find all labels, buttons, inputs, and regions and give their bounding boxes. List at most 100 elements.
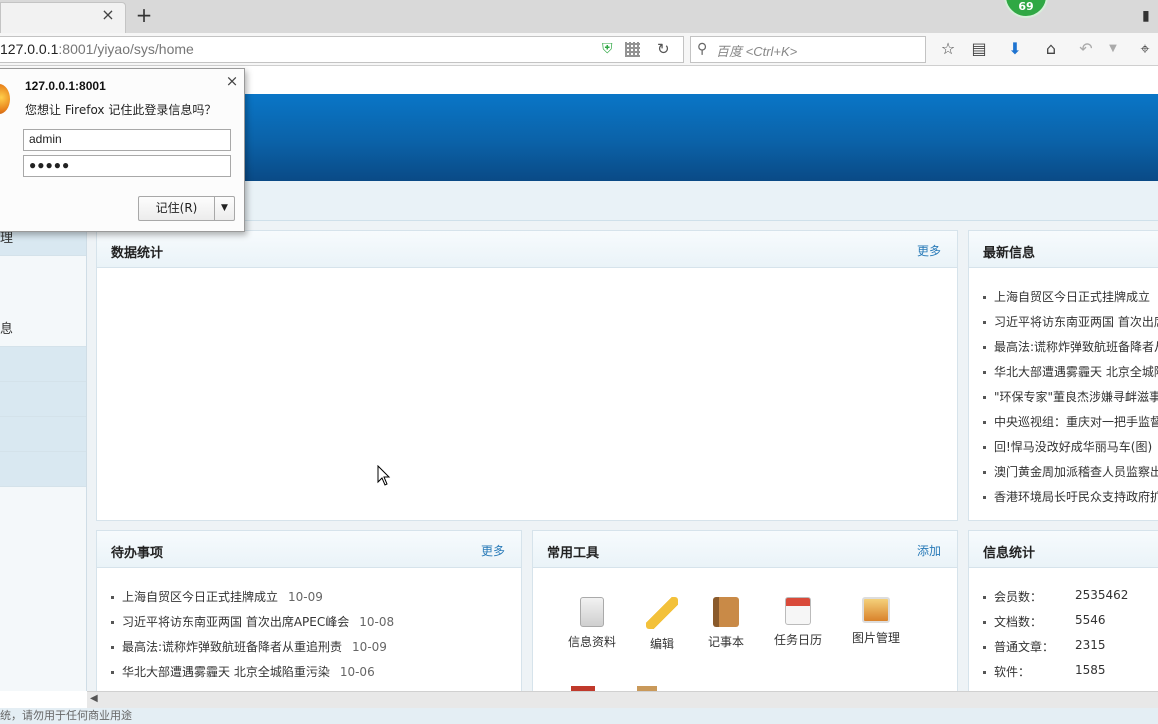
remember-button[interactable]: 记住(R) — [138, 196, 215, 221]
todo-item[interactable]: 最高法:谎称炸弹致航班备降者从重追刑责 10-09 — [111, 638, 387, 655]
sidebar-item-6[interactable] — [0, 417, 86, 452]
news-item-text[interactable]: 最高法:谎称炸弹致航班备降者从 — [994, 340, 1158, 354]
url-path: :8001/yiyao/sys/home — [58, 41, 194, 57]
news-item[interactable]: 华北大部遭遇雾霾天 北京全城陷 — [983, 363, 1158, 380]
stat-label: 会员数： — [994, 590, 1043, 604]
news-item[interactable]: 回!悍马没改好成华丽马车(图) — [983, 438, 1152, 455]
reading-list-icon[interactable]: ▤ — [970, 40, 988, 58]
tool-task-calendar[interactable]: 任务日历 — [763, 597, 833, 648]
sidebar-item-4[interactable] — [0, 347, 86, 382]
tool-label: 编辑 — [649, 637, 674, 651]
stat-value: 5546 — [1075, 613, 1106, 627]
todo-item-date: 10-09 — [352, 640, 387, 654]
sidebar-item-7[interactable] — [0, 452, 86, 487]
news-item[interactable]: 中央巡视组：重庆对一把手监督 — [983, 413, 1158, 430]
calendar-icon — [785, 597, 811, 625]
news-item[interactable]: 上海自贸区今日正式挂牌成立 — [983, 288, 1150, 305]
pencil-icon — [646, 597, 678, 629]
tools-add-link[interactable]: 添加 — [917, 542, 941, 559]
reload-icon[interactable]: ↻ — [657, 40, 673, 58]
info-stats-panel: 信息统计 会员数： 2535462 文档数： 5546 普通文章： 2315 软件： 1… — [968, 530, 1158, 705]
document-icon — [580, 597, 604, 627]
todo-item[interactable]: 习近平将访东南亚两国 首次出席APEC峰会 10-08 — [111, 613, 394, 630]
sidebar-item-info[interactable]: 息 — [0, 312, 86, 347]
tools-panel: 常用工具 添加 信息资料 编辑 记事本 任务日历 图片管理 — [532, 530, 958, 705]
stats-panel: 数据统计 更多 — [96, 230, 958, 521]
tool-label: 记事本 — [707, 635, 744, 649]
latest-news-panel: 最新信息 上海自贸区今日正式挂牌成立 习近平将访东南亚两国 首次出席 最高法:谎… — [968, 230, 1158, 521]
todo-item-text[interactable]: 上海自贸区今日正式挂牌成立 — [122, 590, 278, 604]
stat-value: 2315 — [1075, 638, 1106, 652]
password-field[interactable]: ●●●●● — [23, 155, 231, 177]
browser-tab-bar — [0, 0, 1158, 33]
stat-row: 软件： 1585 — [983, 663, 1106, 680]
todo-item-text[interactable]: 习近平将访东南亚两国 首次出席APEC峰会 — [122, 615, 349, 629]
sidebar-item-5[interactable] — [0, 382, 86, 417]
tool-label: 任务日历 — [773, 633, 822, 647]
todo-more-link[interactable]: 更多 — [481, 542, 505, 559]
search-input[interactable]: 百度 <Ctrl+K> — [716, 41, 797, 60]
status-bar: 统，请勿用于任何商业用途 — [0, 708, 1158, 724]
latest-news-title: 最新信息 — [983, 246, 1036, 261]
news-item[interactable]: 澳门黄金周加派稽查人员监察出 — [983, 463, 1158, 480]
news-item-text[interactable]: 上海自贸区今日正式挂牌成立 — [994, 290, 1150, 304]
back-history-icon[interactable]: ↶ — [1077, 40, 1095, 58]
url-host: 127.0.0.1 — [0, 41, 59, 57]
tool-image-manager[interactable]: 图片管理 — [841, 597, 911, 646]
scroll-left-icon[interactable]: ◀ — [90, 692, 102, 706]
stat-value: 1585 — [1075, 663, 1106, 677]
bookmark-star-icon[interactable]: ☆ — [939, 40, 957, 58]
popup-host: 127.0.0.1:8001 — [25, 79, 106, 93]
home-icon[interactable]: ⌂ — [1042, 40, 1060, 58]
news-item-text[interactable]: 习近平将访东南亚两国 首次出席 — [994, 315, 1158, 329]
news-item-text[interactable]: 回!悍马没改好成华丽马车(图) — [994, 440, 1152, 454]
tab-close-icon[interactable]: × — [100, 5, 116, 25]
tool-label: 图片管理 — [851, 631, 900, 645]
popup-close-icon[interactable]: × — [224, 72, 240, 90]
picture-icon — [862, 597, 890, 623]
history-dropdown-icon[interactable]: ▼ — [1104, 40, 1122, 58]
tools-panel-title: 常用工具 — [547, 546, 600, 561]
news-item[interactable]: "环保专家"董良杰涉嫌寻衅滋事 — [983, 388, 1158, 405]
horizontal-scrollbar[interactable] — [87, 691, 1158, 708]
username-field[interactable]: admin — [23, 129, 231, 151]
todo-panel-header: 待办事项 更多 — [97, 531, 521, 568]
new-tab-button[interactable]: + — [134, 4, 154, 26]
info-stats-title: 信息统计 — [983, 546, 1036, 561]
tools-panel-header: 常用工具 添加 — [533, 531, 957, 568]
download-icon[interactable]: ⬇ — [1006, 40, 1024, 58]
crop-icon[interactable]: ⌖ — [1136, 40, 1154, 58]
news-item-text[interactable]: 澳门黄金周加派稽查人员监察出 — [994, 465, 1158, 479]
news-item-text[interactable]: 华北大部遭遇雾霾天 北京全城陷 — [994, 365, 1158, 379]
news-item-text[interactable]: 香港环境局长吁民众支持政府扩 — [994, 490, 1158, 504]
app-header-banner — [245, 94, 1158, 181]
todo-item-text[interactable]: 华北大部遭遇雾霾天 北京全城陷重污染 — [122, 665, 330, 679]
news-item-text[interactable]: "环保专家"董良杰涉嫌寻衅滋事 — [994, 390, 1158, 404]
todo-item-date: 10-06 — [339, 665, 375, 679]
stat-row: 文档数： 5546 — [983, 613, 1106, 630]
todo-panel-title: 待办事项 — [111, 546, 164, 561]
news-item-text[interactable]: 中央巡视组：重庆对一把手监督 — [994, 415, 1158, 429]
news-item[interactable]: 习近平将访东南亚两国 首次出席 — [983, 313, 1158, 330]
tool-info-data[interactable]: 信息资料 — [557, 597, 627, 650]
qr-code-icon[interactable] — [625, 42, 640, 57]
todo-item[interactable]: 华北大部遭遇雾霾天 北京全城陷重污染 10-06 — [111, 663, 375, 680]
news-item[interactable]: 香港环境局长吁民众支持政府扩 — [983, 488, 1158, 505]
news-item[interactable]: 最高法:谎称炸弹致航班备降者从 — [983, 338, 1158, 355]
tool-edit[interactable]: 编辑 — [627, 597, 697, 652]
todo-panel: 待办事项 更多 上海自贸区今日正式挂牌成立 10-09 习近平将访东南亚两国 首次… — [96, 530, 522, 705]
stats-panel-title: 数据统计 — [111, 246, 164, 261]
stats-more-link[interactable]: 更多 — [917, 242, 941, 259]
tool-label: 信息资料 — [567, 635, 616, 649]
stat-value: 2535462 — [1075, 588, 1129, 602]
tool-notepad[interactable]: 记事本 — [691, 597, 761, 650]
remember-dropdown-icon[interactable]: ▼ — [214, 196, 235, 221]
todo-item[interactable]: 上海自贸区今日正式挂牌成立 10-09 — [111, 588, 323, 605]
todo-item-date: 10-08 — [359, 615, 395, 629]
address-book-icon — [713, 597, 739, 627]
stat-label: 软件： — [994, 665, 1031, 679]
restore-window-icon[interactable]: ▮ — [1142, 8, 1158, 24]
url-text[interactable]: 127.0.0.1:8001/yiyao/sys/home — [0, 41, 194, 57]
shield-icon[interactable]: ⛨ — [602, 41, 616, 57]
todo-item-text[interactable]: 最高法:谎称炸弹致航班备降者从重追刑责 — [122, 640, 342, 654]
